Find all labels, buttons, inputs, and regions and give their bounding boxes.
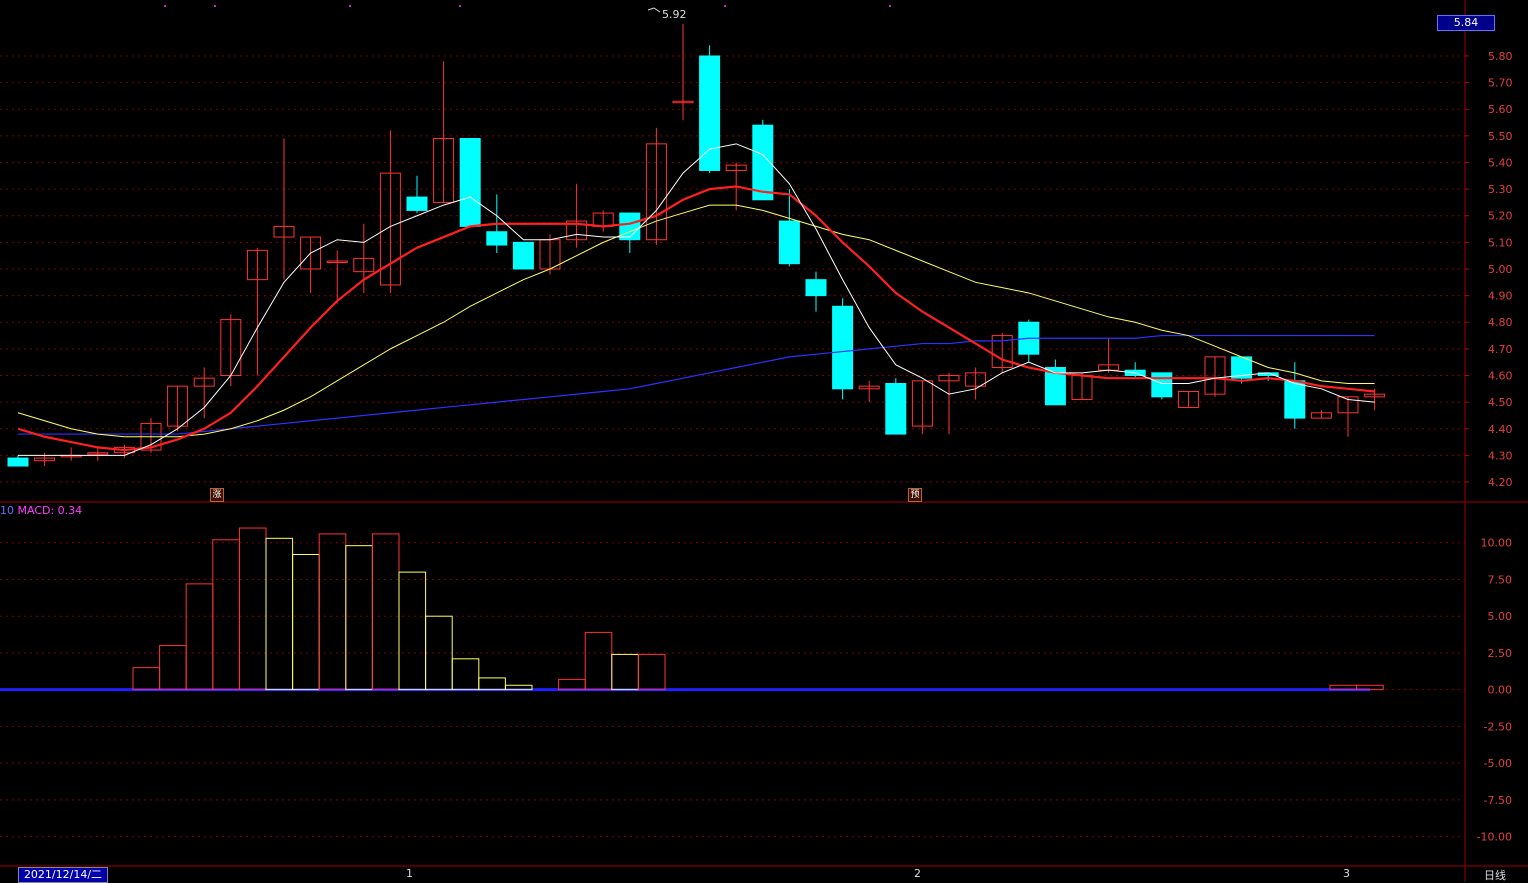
candle-body [486, 231, 508, 246]
macd-tick-label: 2.50 [1488, 647, 1513, 660]
month-label-1: 1 [406, 867, 413, 880]
macd-indicator-title[interactable]: 10 MACD: 0.34 [0, 504, 82, 517]
price-tick-label: 5.70 [1488, 77, 1513, 90]
price-tick-label: 5.60 [1488, 103, 1513, 116]
price-tick-label: 5.30 [1488, 183, 1513, 196]
macd-prefix: 10 [0, 504, 14, 517]
ma5-line [18, 143, 1375, 456]
price-tick-label: 5.50 [1488, 130, 1513, 143]
top-marker [164, 5, 166, 7]
macd-tick-label: 5.00 [1488, 610, 1513, 623]
macd-bar [318, 533, 347, 691]
top-marker [349, 5, 351, 7]
macd-bar [185, 583, 214, 691]
candle-body [778, 220, 800, 265]
ma10-line [17, 185, 1375, 452]
macd-tick-label: -10.00 [1477, 831, 1512, 844]
cursor-date: 2021/12/14/二 [18, 867, 108, 883]
price-tick-label: 5.40 [1488, 156, 1513, 169]
stock-chart[interactable]: 5.80 5.70 5.60 5.50 5.40 5.30 5.20 5.10 5.00 4.90… [0, 0, 1528, 882]
macd-bar [637, 653, 666, 691]
price-tick-label: 4.50 [1488, 396, 1513, 409]
candle-body [619, 212, 641, 241]
macd-value: MACD: 0.34 [17, 504, 83, 517]
macd-bar [558, 678, 586, 691]
price-tick-label: 4.90 [1488, 290, 1513, 303]
macd-tick-label: -5.00 [1484, 757, 1512, 770]
peak-marker-arrow [647, 7, 661, 13]
top-marker [724, 5, 726, 7]
top-marker [889, 5, 891, 7]
macd-bar [212, 539, 240, 691]
current-price-badge: 5.84 [1437, 15, 1495, 31]
candle-body [459, 138, 481, 227]
macd-bar [398, 571, 427, 691]
price-tick-label: 4.80 [1488, 316, 1513, 329]
macd-bar [611, 653, 639, 691]
price-tick-label: 4.40 [1488, 423, 1513, 436]
macd-bar [159, 645, 187, 691]
macd-bar [345, 545, 373, 691]
macd-bar [371, 533, 400, 691]
candle-body [1284, 380, 1306, 419]
candle-body [832, 305, 854, 390]
price-tick-label: 4.30 [1488, 449, 1513, 462]
macd-bar [238, 527, 267, 691]
price-tick-label: 4.20 [1488, 476, 1513, 489]
price-tick-label: 5.20 [1488, 210, 1513, 223]
limit-up-tag[interactable]: 涨 [210, 488, 224, 502]
top-marker [214, 5, 216, 7]
macd-tick-label: 0.00 [1488, 684, 1513, 697]
candle-body [1151, 372, 1173, 398]
candle-body [7, 457, 29, 467]
price-tick-label: 5.10 [1488, 236, 1513, 249]
macd-bar [478, 677, 506, 691]
macd-bar [292, 553, 320, 691]
price-tick-label: 5.80 [1488, 50, 1513, 63]
macd-bar [265, 537, 294, 691]
price-tick-label: 4.60 [1488, 370, 1513, 383]
macd-tick-label: 7.50 [1488, 573, 1513, 586]
candle-body [699, 55, 721, 171]
macd-bar [132, 667, 161, 691]
peak-price-label: 5.92 [662, 8, 687, 21]
forecast-tag[interactable]: 预 [908, 488, 922, 502]
candle-body [885, 382, 907, 435]
period-label[interactable]: 日线 [1484, 867, 1506, 883]
macd-bar [451, 658, 480, 691]
macd-tick-label: -2.50 [1484, 720, 1512, 733]
candle-body [805, 279, 827, 297]
price-tick-label: 5.00 [1488, 263, 1513, 276]
month-label-3: 3 [1343, 867, 1350, 880]
candle-body [512, 241, 534, 270]
macd-tick-label: 10.00 [1481, 537, 1513, 550]
macd-tick-label: -7.50 [1484, 794, 1512, 807]
top-marker [459, 5, 461, 7]
month-label-2: 2 [914, 867, 921, 880]
price-tick-label: 4.70 [1488, 343, 1513, 356]
candle-body [406, 196, 428, 211]
macd-bar [584, 631, 613, 691]
